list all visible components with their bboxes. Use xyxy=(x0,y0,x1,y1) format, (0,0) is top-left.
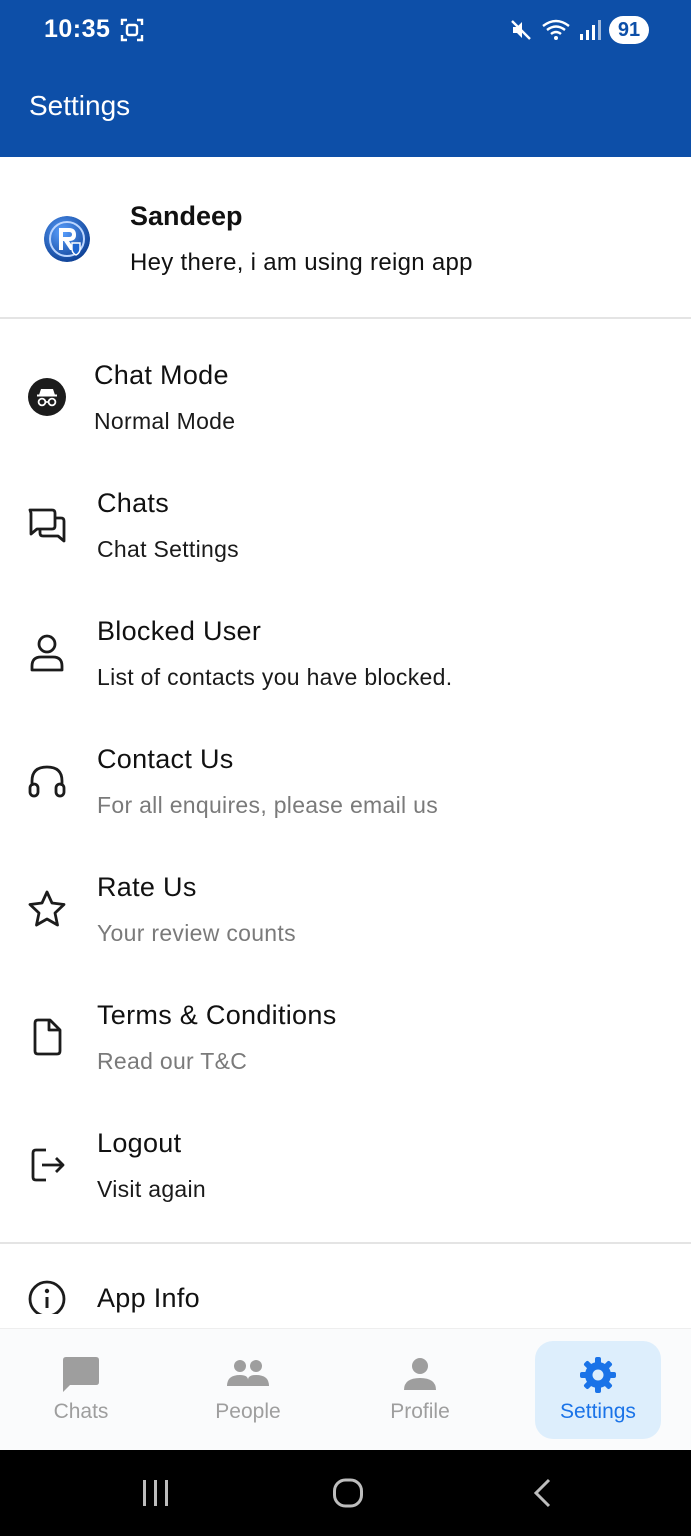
headphones-icon xyxy=(26,760,68,802)
menu-item-title: Chat Mode xyxy=(94,360,229,390)
nav-label: Chats xyxy=(53,1400,109,1423)
menu-item-subtitle: For all enquires, please email us xyxy=(97,792,439,818)
document-icon xyxy=(26,1016,68,1058)
avatar[interactable] xyxy=(44,216,90,262)
page-title: Settings xyxy=(29,90,131,121)
menu-item-subtitle: Visit again xyxy=(97,1176,207,1202)
menu-item-title: Chats xyxy=(97,488,170,518)
profile-name: Sandeep xyxy=(130,201,243,231)
menu-item-logout[interactable]: Logout Visit again xyxy=(0,1088,691,1216)
nav-profile[interactable]: Profile xyxy=(357,1341,483,1439)
battery-icon: 91 xyxy=(609,16,649,44)
menu-item-rate-us[interactable]: Rate Us Your review counts xyxy=(0,832,691,960)
menu-item-title: Rate Us xyxy=(97,872,197,902)
menu-item-app-info[interactable]: App Info xyxy=(0,1244,691,1314)
screenshot-icon xyxy=(120,18,144,42)
home-icon xyxy=(333,1478,363,1508)
star-outline-icon xyxy=(26,888,68,930)
info-icon xyxy=(26,1278,68,1314)
nav-label: People xyxy=(215,1400,281,1423)
menu-item-chats[interactable]: Chats Chat Settings xyxy=(0,448,691,576)
recents-icon xyxy=(143,1480,168,1506)
home-button[interactable] xyxy=(318,1450,378,1536)
system-navigation-bar xyxy=(0,1450,691,1536)
settings-screen: 10:35 91 Settings Sandeep Hey there, i a… xyxy=(0,0,691,1536)
menu-item-subtitle: Read our T&C xyxy=(97,1048,248,1074)
signal-icon xyxy=(580,20,601,40)
logout-icon xyxy=(26,1144,68,1186)
chat-icon xyxy=(63,1357,99,1392)
profile-card[interactable]: Sandeep Hey there, i am using reign app xyxy=(0,157,691,319)
chat-bubbles-icon xyxy=(26,504,68,546)
wifi-icon xyxy=(542,19,570,40)
incognito-icon xyxy=(26,376,68,418)
people-icon xyxy=(227,1360,269,1386)
back-button[interactable] xyxy=(513,1450,573,1536)
menu-item-title: Blocked User xyxy=(97,616,262,646)
menu-item-terms[interactable]: Terms & Conditions Read our T&C xyxy=(0,960,691,1088)
back-icon xyxy=(533,1478,551,1508)
menu-item-title: Contact Us xyxy=(97,744,234,774)
status-time: 10:35 xyxy=(44,15,111,43)
profile-status: Hey there, i am using reign app xyxy=(130,249,473,276)
menu-item-blocked-user[interactable]: Blocked User List of contacts you have b… xyxy=(0,576,691,704)
user-outline-icon xyxy=(26,632,68,674)
app-header: 10:35 91 Settings xyxy=(0,0,691,157)
bottom-navigation: Chats People Profile Settings xyxy=(0,1328,691,1450)
menu-item-title: Logout xyxy=(97,1128,182,1158)
menu-item-subtitle: Normal Mode xyxy=(94,408,236,434)
status-icons: 91 xyxy=(509,16,649,44)
menu-item-contact-us[interactable]: Contact Us For all enquires, please emai… xyxy=(0,704,691,832)
gear-icon xyxy=(580,1357,616,1393)
recents-button[interactable] xyxy=(126,1450,186,1536)
menu-item-subtitle: List of contacts you have blocked. xyxy=(97,664,453,690)
nav-label: Profile xyxy=(390,1400,450,1423)
nav-chats[interactable]: Chats xyxy=(18,1341,144,1439)
nav-label: Settings xyxy=(560,1400,636,1423)
menu-item-subtitle: Chat Settings xyxy=(97,536,239,562)
menu-item-subtitle: Your review counts xyxy=(97,920,296,946)
nav-people[interactable]: People xyxy=(185,1341,311,1439)
menu-item-chat-mode[interactable]: Chat Mode Normal Mode xyxy=(0,320,691,448)
menu-item-title: App Info xyxy=(97,1283,200,1313)
nav-settings[interactable]: Settings xyxy=(535,1341,661,1439)
mute-icon xyxy=(511,20,531,40)
menu-item-title: Terms & Conditions xyxy=(97,1000,337,1030)
reign-logo-icon xyxy=(44,216,90,262)
person-icon xyxy=(404,1358,436,1390)
